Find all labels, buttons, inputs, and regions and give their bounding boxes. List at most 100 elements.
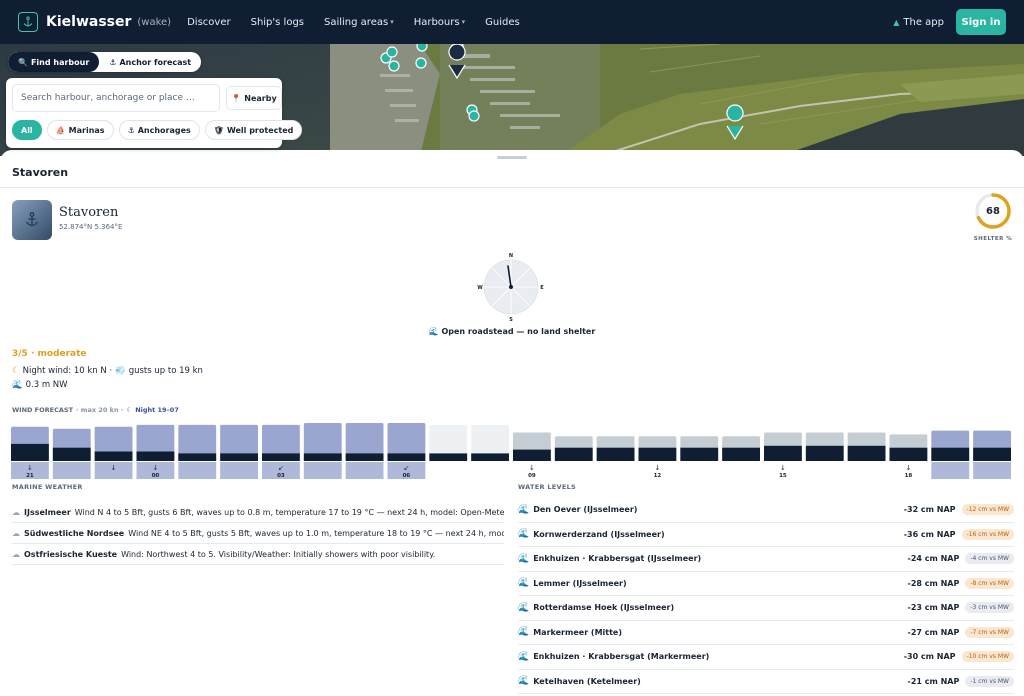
mode-tabs: 🔍 Find harbour ⚓ Anchor forecast <box>8 52 202 72</box>
wave-icon: 🌊 <box>12 380 23 390</box>
marine-weather-heading: MARINE WEATHER <box>12 483 83 491</box>
wave-icon: 🌊 <box>518 627 530 638</box>
table-row: 🌊 Enkhuizen · Krabbersgat (IJsselmeer) -24… <box>518 547 1014 572</box>
brand-name[interactable]: Kielwasser <box>46 14 131 30</box>
search-icon: 🔍 <box>18 57 28 67</box>
hour-tick-label: 00 <box>152 473 160 479</box>
moon-icon: ☾ <box>12 366 20 376</box>
top-nav: Kielwasser (wake) Discover Ship's logs S… <box>0 0 1024 44</box>
compass-e: E <box>540 285 544 291</box>
time-cell <box>429 462 468 479</box>
nearby-button[interactable]: 📍 Nearby <box>226 86 282 110</box>
wind-bar <box>429 453 468 461</box>
wind-bar <box>303 453 342 461</box>
chevron-down-icon: ▾ <box>461 18 466 26</box>
cloud-icon: ☁ <box>12 507 20 517</box>
time-cell <box>471 462 509 479</box>
wind-bar <box>178 453 217 461</box>
wind-bar <box>554 447 593 461</box>
place-coordinates: 52.874°N 5.364°E <box>59 223 123 231</box>
wave-icon: 🌊 <box>518 651 530 662</box>
wind-bar <box>52 447 91 461</box>
list-item: ☁ Ostfriesische Kueste Wind: Northwest 4… <box>12 544 504 565</box>
table-row: 🌊 Rotterdamse Hoek (IJsselmeer) -23 cm NAP… <box>518 596 1014 621</box>
sign-in-button[interactable]: Sign in <box>956 9 1006 35</box>
detail-sheet: Stavoren Stavoren 52.874°N 5.364°E 68 SH… <box>0 150 1024 696</box>
wind-forecast-header: WIND FORECAST · max 20 kn · ☾ Night 19–0… <box>12 406 179 414</box>
chevron-down-icon: ▾ <box>390 18 394 26</box>
place-thumbnail <box>12 200 52 240</box>
wind-direction-arrow-icon: ↙ <box>278 464 284 472</box>
marine-weather-list: ☁ IJsselmeer Wind N 4 to 5 Bft, gusts 6 … <box>12 502 504 565</box>
shield-icon: 🛡 <box>213 125 224 135</box>
nav-link-harbours[interactable]: Harbours ▾ <box>414 17 465 28</box>
marina-icon: ⛵ <box>55 125 66 135</box>
compass-n: N <box>509 253 513 259</box>
time-cell <box>847 462 886 479</box>
status-badge: -3 cm vs MW <box>965 602 1014 614</box>
compass-s: S <box>509 317 513 322</box>
wind-bar <box>136 451 175 461</box>
wind-bar <box>764 445 802 461</box>
chip-anchorages[interactable]: ⚓ Anchorages <box>118 120 200 140</box>
wind-direction-arrow-icon: ↓ <box>654 464 660 472</box>
wind-direction-arrow-icon: ↓ <box>529 464 535 472</box>
wind-direction-arrow-icon: ↙ <box>403 464 409 472</box>
night-wind: ☾ Night wind: 10 kn N · 💨 gusts up to 19… <box>12 366 203 376</box>
wind-bar <box>638 447 677 461</box>
gust-icon: 💨 <box>115 366 126 376</box>
hour-tick-label: 09 <box>528 473 536 479</box>
place-name: Stavoren <box>59 205 119 220</box>
chip-all[interactable]: All <box>12 120 42 140</box>
search-input[interactable] <box>12 84 220 112</box>
nav-link-guides[interactable]: Guides <box>485 17 520 28</box>
nav-link-discover[interactable]: Discover <box>187 17 231 28</box>
hour-tick-label: 15 <box>779 473 787 479</box>
chip-marinas[interactable]: ⛵ Marinas <box>46 120 114 140</box>
table-row: 🌊 Ketelhaven (Ketelmeer) -21 cm NAP -1 cm v… <box>518 670 1014 694</box>
wind-bar <box>94 451 133 461</box>
wave-height: 🌊 0.3 m NW <box>12 380 68 390</box>
wind-bar <box>513 449 551 461</box>
wind-bar <box>680 447 719 461</box>
table-row: 🌊 Den Oever (IJsselmeer) -32 cm NAP -12 cm … <box>518 498 1014 523</box>
brand-subtitle: (wake) <box>137 16 172 28</box>
wind-bar <box>847 445 886 461</box>
chip-well-protected[interactable]: 🛡 Well protected <box>204 120 303 140</box>
wave-icon: 🌊 <box>518 578 530 589</box>
sheet-drag-handle[interactable] <box>497 156 527 159</box>
app-link[interactable]: ▲ The app <box>893 17 944 28</box>
search-panel: 📍Nearby All ⛵Marinas ⚓Anchorages 🛡Well p… <box>6 78 303 148</box>
compass-w: W <box>477 285 483 291</box>
app-icon: ▲ <box>893 17 900 27</box>
wind-bar <box>471 453 509 461</box>
wind-bar <box>345 453 384 461</box>
tab-anchor-forecast[interactable]: ⚓ Anchor forecast <box>99 52 201 72</box>
status-badge: -16 cm vs MW <box>961 528 1014 540</box>
time-cell <box>931 462 970 479</box>
divider <box>0 187 1024 188</box>
hour-tick-label: 03 <box>277 473 285 479</box>
status-badge: -10 cm vs MW <box>961 651 1014 663</box>
anchor-icon <box>25 212 39 227</box>
exposure-note: 🌊 Open roadstead — no land shelter <box>428 327 596 336</box>
wave-icon: 🌊 <box>428 327 439 336</box>
wind-bar <box>805 445 844 461</box>
time-cell <box>178 462 217 479</box>
wind-direction-arrow-icon: ↓ <box>152 464 158 472</box>
nav-link-ships-logs[interactable]: Ship's logs <box>251 17 304 28</box>
time-cell <box>722 462 760 479</box>
time-cell <box>52 462 91 479</box>
time-cell <box>973 462 1011 479</box>
tab-find-harbour[interactable]: 🔍 Find harbour <box>8 52 100 72</box>
status-badge: -7 cm vs MW <box>965 626 1014 638</box>
wave-icon: 🌊 <box>518 504 530 515</box>
anchor-rating: 3/5 · moderate <box>12 349 87 359</box>
wind-bar <box>220 453 258 461</box>
anchor-icon: ⚓ <box>109 57 117 67</box>
status-badge: -12 cm vs MW <box>961 504 1014 516</box>
pin-icon: 📍 <box>231 93 242 103</box>
wind-bar <box>11 443 49 461</box>
anchor-logo-icon[interactable] <box>18 12 38 32</box>
nav-link-sailing-areas[interactable]: Sailing areas ▾ <box>324 17 394 28</box>
